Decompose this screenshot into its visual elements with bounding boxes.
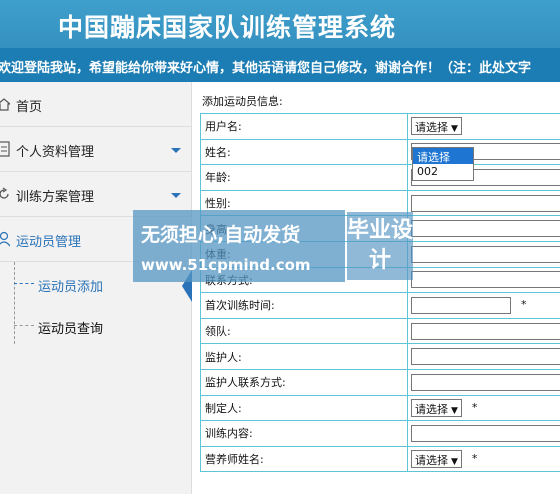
text-input[interactable] (411, 424, 560, 442)
sidebar-item-home[interactable]: 首页 (0, 82, 192, 127)
form-row: 姓名: (200, 138, 560, 166)
app-header: 中国蹦床国家队训练管理系统 (0, 0, 560, 48)
home-icon (0, 98, 10, 111)
required-star: * (471, 400, 478, 414)
sidebar-subitem-label: 运动员添加 (38, 280, 104, 295)
field-cell: 请选择 ▼ (407, 113, 560, 140)
field-cell (407, 215, 560, 242)
app-title: 中国蹦床国家队训练管理系统 (58, 13, 397, 42)
field-label: 年龄: (200, 164, 408, 191)
select-field[interactable]: 请选择 ▼ (411, 117, 462, 136)
field-cell (407, 368, 560, 396)
form-row: 首次训练时间: * (200, 292, 560, 319)
date-input[interactable] (411, 296, 511, 314)
text-input[interactable] (411, 271, 560, 289)
sidebar-item-profile[interactable]: 个人资料管理 (0, 127, 192, 172)
field-label: 制定人: (200, 394, 408, 422)
dropdown-option[interactable]: 请选择 (413, 148, 473, 164)
field-label: 营养师姓名: (200, 445, 408, 473)
field-cell: 请选择 ▼ * (407, 394, 560, 422)
field-cell (407, 189, 560, 217)
document-icon (0, 141, 10, 157)
field-cell (407, 266, 560, 294)
athlete-form: 用户名:请选择▼姓名:年龄:性别:身高:体重:联系方式:首次训练时间:*领队:监… (200, 113, 560, 473)
text-input[interactable] (411, 322, 560, 340)
chevron-down-icon (171, 193, 181, 198)
field-label: 训练内容: (200, 420, 408, 447)
field-cell (407, 420, 560, 447)
required-star: * (471, 452, 478, 466)
select-value: 请选择 (415, 121, 448, 135)
field-label: 监护人: (200, 343, 408, 370)
field-label: 领队: (200, 317, 408, 345)
text-input[interactable] (411, 220, 560, 238)
form-row: 营养师姓名: 请选择 ▼ * (200, 445, 560, 473)
user-icon (0, 231, 10, 247)
text-input[interactable] (411, 194, 560, 212)
watermark-box: 无须担心,自动发货 www.51cpmind.com (133, 210, 345, 282)
watermark-line2: www.51cpmind.com (141, 256, 311, 274)
field-cell (407, 317, 560, 345)
form-caption: 添加运动员信息: (202, 95, 283, 108)
sidebar-item-label: 个人资料管理 (16, 145, 95, 160)
welcome-marquee: 欢迎登陆我站，希望能给你带来好心情，其他话语请您自己修改，谢谢合作！（注：此处文… (0, 48, 560, 82)
field-label: 用户名: (200, 113, 408, 140)
select-value: 请选择 (415, 402, 448, 416)
watermark-badge: 毕业设计 (347, 212, 413, 280)
select-field[interactable]: 请选择 ▼ (411, 398, 462, 417)
dropdown-option[interactable]: 002 (413, 164, 473, 180)
select-value: 请选择 (415, 454, 448, 468)
field-cell: 请选择 ▼ * (407, 445, 560, 473)
refresh-icon (0, 187, 9, 199)
form-row: 年龄: (200, 164, 560, 191)
chevron-down-icon: ▼ (451, 124, 458, 135)
sidebar: 首页 个人资料管理 训练方案管理 运动员管理 运动员添加 运动员查询 (0, 82, 192, 494)
sidebar-subitem-label: 运动员查询 (38, 322, 104, 337)
main-content: 添加运动员信息: 用户名:请选择▼姓名:年龄:性别:身高:体重:联系方式:首次训… (196, 82, 560, 494)
username-dropdown-list[interactable]: 请选择 002 (412, 147, 474, 181)
chevron-down-icon: ▼ (451, 457, 458, 468)
form-row: 监护人联系方式: (200, 368, 560, 396)
text-input[interactable] (411, 245, 560, 263)
text-input[interactable] (411, 348, 560, 366)
text-input[interactable] (411, 373, 560, 391)
form-row: 制定人: 请选择 ▼ * (200, 394, 560, 422)
sidebar-item-label: 训练方案管理 (16, 190, 95, 205)
form-row: 监护人: (200, 343, 560, 370)
field-label: 首次训练时间: (200, 292, 408, 319)
select-field[interactable]: 请选择 ▼ (411, 450, 462, 469)
watermark: 无须担心,自动发货 www.51cpmind.com 毕业设计 (133, 210, 415, 282)
required-star: * (521, 298, 527, 312)
field-label: 姓名: (200, 138, 408, 166)
submenu-dash (14, 325, 34, 326)
field-label: 监护人联系方式: (200, 368, 408, 396)
sidebar-subitem-query-athlete[interactable]: 运动员查询 (0, 305, 192, 347)
form-row: 领队: (200, 317, 560, 345)
field-cell (407, 240, 560, 268)
form-row: 训练内容: (200, 420, 560, 447)
submenu-dash (14, 283, 34, 284)
marquee-text: 欢迎登陆我站，希望能给你带来好心情，其他话语请您自己修改，谢谢合作！（注：此处文… (0, 61, 532, 76)
field-cell (407, 343, 560, 370)
field-cell: * (407, 292, 560, 319)
sidebar-item-label: 首页 (16, 100, 43, 115)
chevron-down-icon (171, 148, 181, 153)
watermark-line1: 无须担心,自动发货 (141, 224, 301, 246)
chevron-down-icon: ▼ (451, 405, 458, 416)
form-row: 用户名: 请选择 ▼ (200, 113, 560, 140)
sidebar-item-label: 运动员管理 (16, 235, 82, 250)
